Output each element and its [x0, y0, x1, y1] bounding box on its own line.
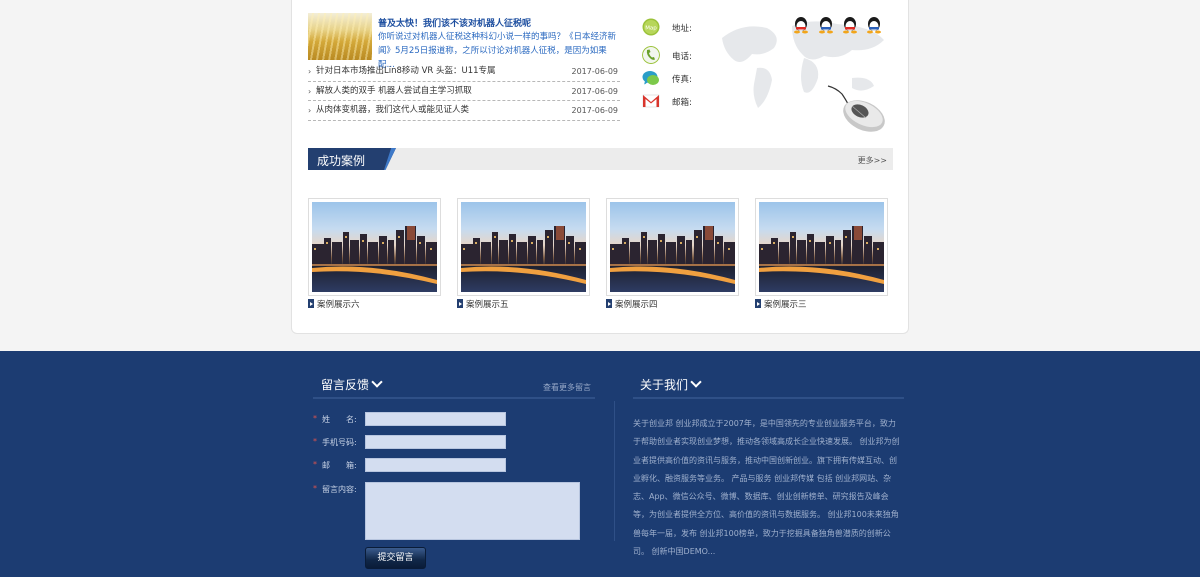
news-item-title[interactable]: 解放人类的双手 机器人尝试自主学习抓取: [316, 82, 472, 101]
news-item[interactable]: › 针对日本市场推出Lin8移动 VR 头盔：U11专属 2017-06-09: [308, 62, 620, 82]
case-caption[interactable]: 案例展示六: [308, 298, 441, 310]
phone-label: 手机号码:: [322, 438, 357, 447]
case-image[interactable]: [759, 202, 884, 292]
computer-mouse-graphic: [827, 85, 885, 132]
case-image[interactable]: [312, 202, 437, 292]
case-card[interactable]: 案例展示六: [308, 198, 441, 310]
case-card[interactable]: 案例展示三: [755, 198, 888, 310]
case-section-title: 成功案例: [317, 154, 366, 168]
email-label: 邮箱:: [672, 98, 692, 108]
required-mark: *: [313, 484, 317, 493]
case-caption[interactable]: 案例展示三: [755, 298, 888, 310]
news-item-date: 2017-06-09: [571, 86, 619, 96]
news-item[interactable]: › 解放人类的双手 机器人尝试自主学习抓取 2017-06-09: [308, 82, 620, 101]
case-caption-text[interactable]: 案例展示六: [317, 300, 360, 310]
view-more-messages-link[interactable]: 查看更多留言: [543, 382, 591, 393]
gmail-icon: [642, 94, 660, 108]
news-item-title[interactable]: 从肉体变机器，我们这代人或能见证人类: [316, 101, 469, 120]
about-text: 关于创业邦 创业邦成立于2007年，是中国领先的专业创业服务平台，致力于帮助创业…: [633, 419, 900, 557]
case-caption[interactable]: 案例展示四: [606, 298, 739, 310]
email-input[interactable]: [365, 458, 506, 472]
qq-service-icon[interactable]: [793, 16, 809, 34]
arrow-right-icon: ›: [308, 67, 312, 76]
city-skyline-graphic: [610, 226, 735, 284]
case-image[interactable]: [610, 202, 735, 292]
case-caption[interactable]: 案例展示五: [457, 298, 590, 310]
case-image-frame[interactable]: [457, 198, 590, 296]
case-card[interactable]: 案例展示四: [606, 198, 739, 310]
case-image[interactable]: [461, 202, 586, 292]
about-title: 关于我们: [640, 378, 689, 392]
name-input[interactable]: [365, 412, 506, 426]
case-gallery: 案例展示六 案例展示五 案例展示四 案例展示三: [308, 198, 893, 313]
case-section-header: 成功案例 更多>>: [308, 148, 893, 170]
phone-input[interactable]: [365, 435, 506, 449]
submit-message-button[interactable]: 提交留言: [365, 547, 426, 569]
required-mark: *: [313, 414, 317, 423]
news-list: › 针对日本市场推出Lin8移动 VR 头盔：U11专属 2017-06-09 …: [308, 62, 620, 121]
featured-news-image[interactable]: [308, 13, 372, 60]
message-textarea[interactable]: [365, 482, 580, 540]
chevron-down-icon: [690, 376, 702, 388]
required-mark: *: [313, 460, 317, 469]
case-image-frame[interactable]: [606, 198, 739, 296]
case-caption-text[interactable]: 案例展示五: [466, 300, 509, 310]
qq-service-icon[interactable]: [866, 16, 882, 34]
chat-bubble-icon: [642, 71, 659, 85]
about-divider: [633, 397, 904, 399]
map-icon: Map: [642, 18, 660, 36]
feedback-heading: 留言反馈: [321, 376, 383, 393]
case-caption-text[interactable]: 案例展示三: [764, 300, 807, 310]
content-label: 留言内容:: [322, 485, 357, 494]
case-more-link[interactable]: 更多>>: [858, 155, 887, 166]
case-image-frame[interactable]: [755, 198, 888, 296]
qq-service-icon[interactable]: [818, 16, 834, 34]
case-card[interactable]: 案例展示五: [457, 198, 590, 310]
play-arrow-icon: [606, 299, 612, 308]
footer: 留言反馈 查看更多留言 关于我们: [0, 351, 1200, 577]
column-divider: [614, 401, 615, 541]
arrow-right-icon: ›: [308, 106, 312, 115]
map-icon-label: Map: [645, 26, 657, 32]
case-caption-text[interactable]: 案例展示四: [615, 300, 658, 310]
email-label: 邮 箱:: [322, 461, 357, 470]
arrow-right-icon: ›: [308, 86, 312, 96]
play-arrow-icon: [308, 299, 314, 308]
play-arrow-icon: [457, 299, 463, 308]
fax-label: 传真:: [672, 75, 692, 85]
chevron-down-icon: [371, 376, 383, 388]
phone-icon: [642, 46, 660, 64]
news-item-title[interactable]: 针对日本市场推出Lin8移动 VR 头盔：U11专属: [316, 62, 496, 81]
name-label: 姓 名:: [322, 415, 357, 424]
news-item-date: 2017-06-09: [571, 106, 619, 115]
phone-label: 电话:: [672, 52, 692, 62]
feedback-divider: [313, 397, 595, 399]
content-panel: 普及太快！我们该不该对机器人征税呢 你听说过对机器人征税这种科幻小说一样的事吗？…: [291, 0, 909, 334]
qq-service-icon[interactable]: [842, 16, 858, 34]
city-skyline-graphic: [461, 226, 586, 284]
featured-news-title[interactable]: 普及太快！我们该不该对机器人征税呢: [378, 16, 531, 29]
address-label: 地址:: [672, 24, 692, 34]
city-skyline-graphic: [759, 226, 884, 284]
feedback-title: 留言反馈: [321, 378, 370, 392]
news-item-date: 2017-06-09: [571, 67, 619, 76]
news-item[interactable]: › 从肉体变机器，我们这代人或能见证人类 2017-06-09: [308, 101, 620, 121]
city-skyline-graphic: [312, 226, 437, 284]
play-arrow-icon: [755, 299, 761, 308]
required-mark: *: [313, 437, 317, 446]
case-image-frame[interactable]: [308, 198, 441, 296]
about-heading: 关于我们: [640, 376, 702, 393]
